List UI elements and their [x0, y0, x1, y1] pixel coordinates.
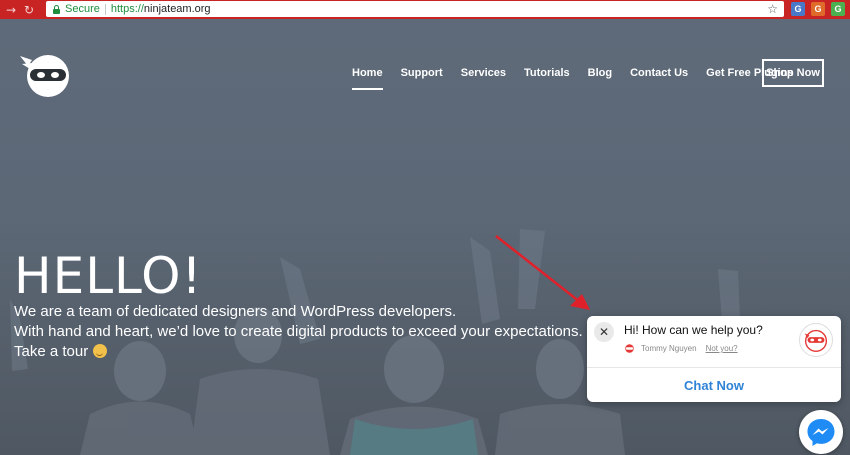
shop-now-button[interactable]: Shop Now	[762, 59, 824, 87]
extension-icon-2[interactable]: G	[811, 2, 825, 16]
messenger-icon[interactable]	[799, 410, 843, 454]
extension-icon-1[interactable]: G	[791, 2, 805, 16]
ninja-logo-icon[interactable]	[18, 48, 74, 98]
hero-line-2: With hand and heart, we’d love to create…	[14, 323, 583, 340]
back-arrow-icon[interactable]: →	[4, 3, 18, 17]
nav-blog[interactable]: Blog	[588, 67, 612, 79]
chat-widget: ✕ Hi! How can we help you? Tommy Nguyen …	[587, 316, 841, 402]
nav-services[interactable]: Services	[461, 67, 506, 79]
nav-tutorials[interactable]: Tutorials	[524, 67, 570, 79]
url-separator	[104, 3, 106, 15]
hero-heading: HELLO!	[14, 247, 203, 305]
chat-now-button[interactable]: Chat Now	[587, 368, 841, 402]
reload-icon[interactable]: ↻	[22, 3, 36, 17]
agent-avatar	[799, 323, 833, 357]
nav-support[interactable]: Support	[401, 67, 443, 79]
address-bar[interactable]: Secure https:// ninjateam.org ☆	[46, 1, 784, 17]
chat-greeting: Hi! How can we help you?	[624, 323, 763, 337]
take-a-tour-link[interactable]: Take a tour	[14, 343, 88, 360]
secure-label: Secure	[65, 3, 100, 15]
url-host: ninjateam.org	[143, 3, 211, 15]
not-you-link[interactable]: Not you?	[706, 344, 738, 353]
browser-toolbar: → ↻ Secure https:// ninjateam.org ☆ G G …	[0, 0, 850, 19]
extension-icon-3[interactable]: G	[831, 2, 845, 16]
agent-mini-avatar-icon	[625, 344, 634, 353]
agent-name: Tommy Nguyen	[641, 344, 697, 353]
star-icon[interactable]: ☆	[767, 1, 778, 17]
nav-home[interactable]: Home	[352, 67, 383, 90]
main-nav: Home Support Services Tutorials Blog Con…	[352, 59, 812, 90]
lock-icon	[52, 4, 61, 14]
hero-line-3: Take a tour	[14, 343, 108, 360]
hero-line-1: We are a team of dedicated designers and…	[14, 303, 457, 320]
agent-row: Tommy Nguyen Not you?	[624, 344, 738, 353]
red-arrow-icon	[495, 235, 590, 310]
url-protocol: https://	[110, 3, 144, 15]
winking-face-icon	[93, 344, 108, 358]
nav-contact-us[interactable]: Contact Us	[630, 67, 688, 79]
close-icon[interactable]: ✕	[594, 322, 614, 342]
